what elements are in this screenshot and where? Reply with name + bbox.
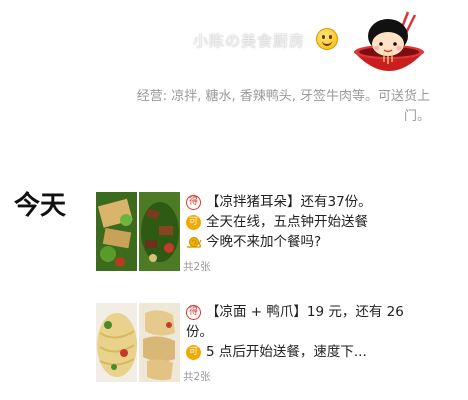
de-badge-icon: 得	[186, 304, 201, 320]
post-1-text[interactable]: 得 【凉拌猪耳朵】还有37份。 可 全天在线，五点钟开始送餐 今晚不来加个餐吗?	[186, 192, 372, 252]
post-1-image-count: 共2张	[183, 261, 211, 273]
day-label: 今天	[14, 191, 67, 221]
ke-badge-icon: 可	[186, 344, 201, 360]
post-2-image-1[interactable]	[96, 303, 137, 382]
business-description: 经营: 凉拌, 糖水, 香辣鸭头, 牙签牛肉等。可送货上门。	[136, 89, 430, 124]
post-1-delivery: 全天在线，五点钟开始送餐	[206, 214, 368, 230]
post-2-image-count: 共2张	[183, 371, 211, 383]
post-1-question: 今晚不来加个餐吗?	[206, 234, 322, 250]
post-2-delivery: 5 点后开始送餐，速度下...	[206, 344, 367, 360]
avatar[interactable]	[348, 6, 430, 86]
post-2-text[interactable]: 得 【凉面 + 鸭爪】19 元，还有 26 份。 可 5 点后开始送餐，速度下.…	[186, 302, 404, 362]
post-1-image-1[interactable]	[96, 192, 137, 271]
post-2-title: 【凉面 + 鸭爪】19 元，还有 26	[206, 304, 404, 320]
post-2-title-cont: 份。	[186, 324, 213, 340]
smile-emoji-icon	[316, 28, 338, 50]
post-1-image-2[interactable]	[139, 192, 180, 271]
snail-icon	[186, 235, 202, 249]
ke-badge-icon: 可	[186, 214, 201, 230]
post-2-image-2[interactable]	[139, 303, 180, 382]
post-1-title: 【凉拌猪耳朵】还有37份。	[206, 194, 372, 210]
de-badge-icon: 得	[186, 194, 201, 210]
profile-name: 小陈の美食厨房	[193, 32, 306, 50]
